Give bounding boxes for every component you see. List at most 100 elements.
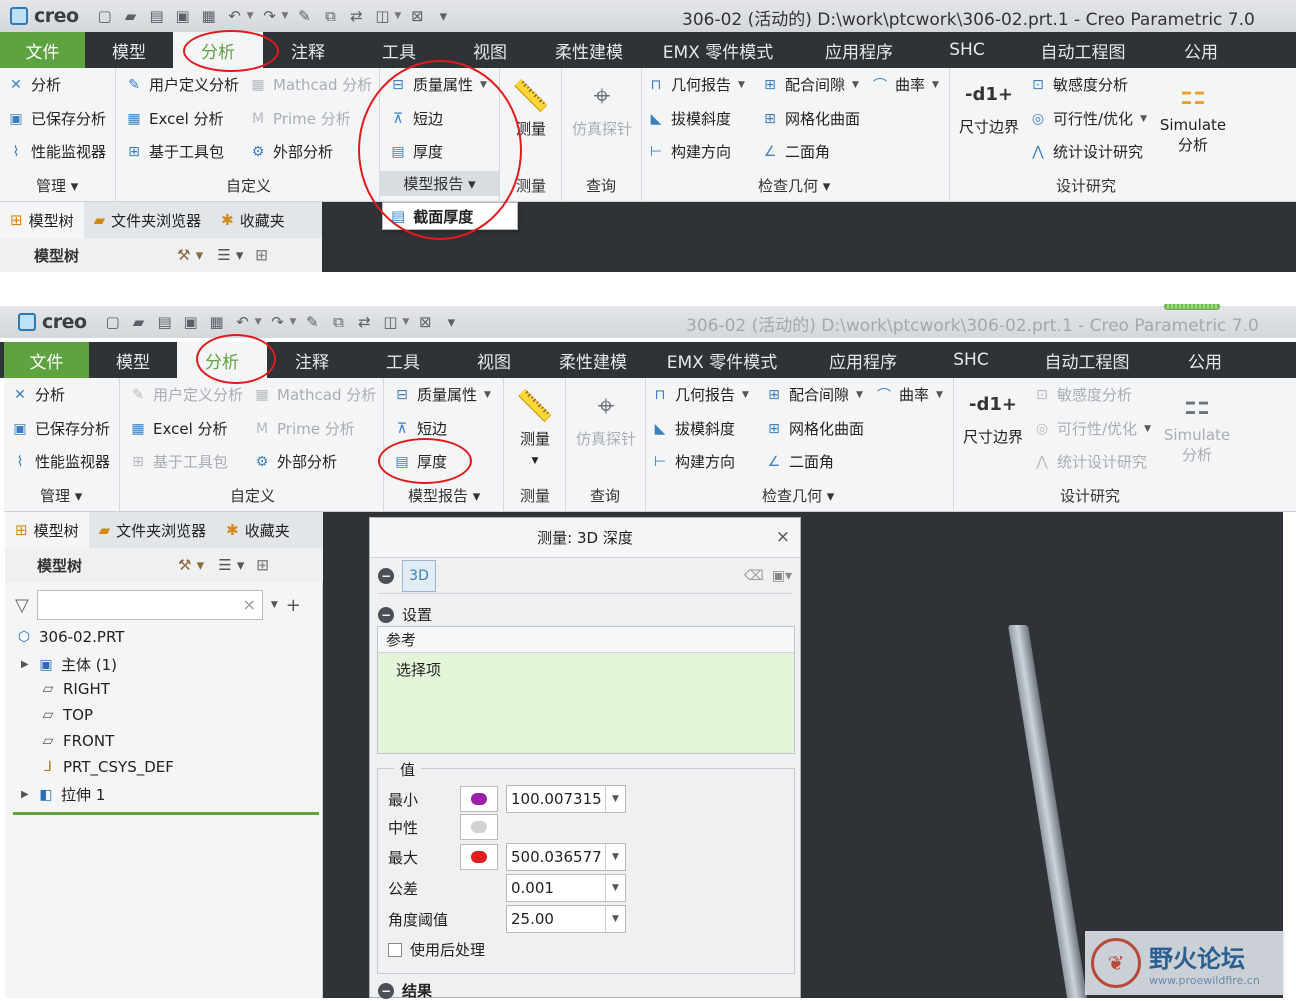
tab-folder-browser[interactable]: ▰ 文件夹浏览器 bbox=[89, 512, 217, 548]
statistical-study-button[interactable]: ⋀ 统计设计研究 bbox=[1032, 451, 1147, 472]
thickness-button[interactable]: ▤ 厚度 bbox=[388, 141, 443, 162]
tree-item-top[interactable]: ▱ TOP bbox=[39, 706, 93, 724]
tab-file[interactable]: 文件 bbox=[4, 342, 89, 378]
group-label-inspect[interactable]: 检查几何 ▾ bbox=[762, 485, 834, 506]
tab-model-tree[interactable]: ⊞ 模型树 bbox=[5, 512, 89, 548]
min-value-combo[interactable]: 100.007315 ▼ bbox=[506, 785, 626, 813]
feasibility-button[interactable]: ◎ 可行性/优化 ▼ bbox=[1028, 108, 1147, 129]
geometry-report-button[interactable]: ⊓ 几何报告 ▼ bbox=[650, 384, 749, 405]
draft-button[interactable]: ◣ 拔模斜度 bbox=[646, 108, 731, 129]
build-direction-button[interactable]: ⊢ 构建方向 bbox=[650, 451, 735, 472]
dihedral-angle-button[interactable]: ∠ 二面角 bbox=[764, 451, 834, 472]
mesh-surface-button[interactable]: ⊞ 网格化曲面 bbox=[760, 108, 860, 129]
tab-model[interactable]: 模型 bbox=[89, 342, 177, 378]
short-edge-button[interactable]: ⊼ 短边 bbox=[388, 108, 443, 129]
simulate-analysis-button[interactable]: ⚏ Simulate 分析 bbox=[1156, 72, 1230, 155]
tree-item-csys[interactable]: ⅃ PRT_CSYS_DEF bbox=[39, 758, 174, 776]
customize-toolbar-icon[interactable]: ▾ bbox=[441, 312, 461, 332]
tab-analysis[interactable]: 分析 bbox=[173, 32, 263, 68]
user-defined-analysis-button[interactable]: ✎ 用户定义分析 bbox=[124, 74, 239, 95]
settings-section-header[interactable]: − 设置 bbox=[378, 604, 432, 625]
add-filter-icon[interactable]: + bbox=[286, 595, 301, 616]
save-as-icon[interactable]: ▦ bbox=[199, 6, 219, 26]
tree-settings-icon[interactable]: ⚒ ▾ bbox=[177, 246, 203, 264]
clearance-button[interactable]: ⊞ 配合间隙 ▼ bbox=[764, 384, 863, 405]
tab-favorites[interactable]: ✱ 收藏夹 bbox=[211, 202, 295, 238]
group-label-model-report[interactable]: 模型报告 ▾ bbox=[380, 171, 499, 196]
tab-folder-browser[interactable]: ▰ 文件夹浏览器 bbox=[84, 202, 212, 238]
tab-file[interactable]: 文件 bbox=[0, 32, 85, 68]
clear-icon[interactable]: × bbox=[242, 595, 255, 614]
tab-auto-drawing[interactable]: 自动工程图 bbox=[1013, 342, 1161, 378]
group-label-model-report[interactable]: 模型报告 ▾ bbox=[408, 485, 480, 506]
reference-box[interactable]: 参考 选择项 bbox=[377, 626, 795, 754]
regenerate-icon[interactable]: ✎ bbox=[302, 312, 322, 332]
save-icon[interactable]: ▣▾ bbox=[772, 568, 792, 584]
close-window-icon[interactable]: ⊠ bbox=[415, 312, 435, 332]
show-icon[interactable]: ☰ ▾ bbox=[218, 556, 244, 574]
display-icon[interactable]: ◫ bbox=[380, 312, 400, 332]
dihedral-angle-button[interactable]: ∠ 二面角 bbox=[760, 141, 830, 162]
filter-icon[interactable]: ▽ bbox=[15, 595, 29, 616]
regenerate-icon[interactable]: ✎ bbox=[294, 6, 314, 26]
postprocess-row[interactable]: 使用后处理 bbox=[388, 939, 485, 960]
tab-tools[interactable]: 工具 bbox=[357, 342, 449, 378]
user-defined-analysis-button[interactable]: ✎ 用户定义分析 bbox=[128, 384, 243, 405]
tolerance-combo[interactable]: 0.001 ▼ bbox=[506, 874, 626, 902]
mesh-surface-button[interactable]: ⊞ 网格化曲面 bbox=[764, 418, 864, 439]
sensitivity-analysis-button[interactable]: ⊡ 敏感度分析 bbox=[1032, 384, 1132, 405]
clearance-button[interactable]: ⊞ 配合间隙 ▼ bbox=[760, 74, 859, 95]
prime-analysis-button[interactable]: M Prime 分析 bbox=[252, 418, 355, 439]
tab-model[interactable]: 模型 bbox=[85, 32, 173, 68]
tree-item-part[interactable]: ⬡ 306-02.PRT bbox=[15, 628, 125, 646]
tab-flexible-modeling[interactable]: 柔性建模 bbox=[535, 32, 643, 68]
tab-annotate[interactable]: 注释 bbox=[267, 342, 357, 378]
tab-annotate[interactable]: 注释 bbox=[263, 32, 353, 68]
save-as-icon[interactable]: ▦ bbox=[207, 312, 227, 332]
tab-model-tree[interactable]: ⊞ 模型树 bbox=[0, 202, 84, 238]
external-analysis-button[interactable]: ⚙ 外部分析 bbox=[248, 141, 333, 162]
mass-properties-button[interactable]: ⊟ 质量属性 ▼ bbox=[388, 74, 487, 95]
reference-selection[interactable]: 选择项 bbox=[378, 653, 794, 686]
measure-button[interactable]: 📏 测量 bbox=[510, 74, 552, 139]
tab-flexible-modeling[interactable]: 柔性建模 bbox=[539, 342, 647, 378]
tree-search-input[interactable]: × bbox=[36, 590, 263, 620]
tab-applications[interactable]: 应用程序 bbox=[797, 342, 929, 378]
dimension-boundary-button[interactable]: -d1+ 尺寸边界 bbox=[958, 382, 1028, 447]
min-color-swatch[interactable] bbox=[460, 786, 498, 812]
measure-button[interactable]: 📏 测量 ▼ bbox=[514, 384, 556, 467]
tab-emx[interactable]: EMX 零件模式 bbox=[647, 342, 797, 378]
analysis-button[interactable]: ✕ 分析 bbox=[6, 74, 61, 95]
saved-analysis-button[interactable]: ▣ 已保存分析 bbox=[6, 108, 106, 129]
redo-icon[interactable]: ↷ bbox=[260, 6, 280, 26]
tree-filter-icon[interactable]: ⊞ bbox=[256, 556, 269, 574]
statistical-study-button[interactable]: ⋀ 统计设计研究 bbox=[1028, 141, 1143, 162]
switch-window-icon[interactable]: ⇄ bbox=[346, 6, 366, 26]
tree-settings-icon[interactable]: ⚒ ▾ bbox=[178, 556, 204, 574]
prime-analysis-button[interactable]: M Prime 分析 bbox=[248, 108, 351, 129]
build-direction-button[interactable]: ⊢ 构建方向 bbox=[646, 141, 731, 162]
performance-monitor-button[interactable]: ⌇ 性能监视器 bbox=[6, 141, 106, 162]
save-icon[interactable]: ▣ bbox=[181, 312, 201, 332]
neutral-color-swatch[interactable] bbox=[460, 814, 498, 840]
toolkit-based-button[interactable]: ⊞ 基于工具包 bbox=[124, 141, 224, 162]
tab-view[interactable]: 视图 bbox=[449, 342, 539, 378]
tab-applications[interactable]: 应用程序 bbox=[793, 32, 925, 68]
undo-icon[interactable]: ↶ bbox=[225, 6, 245, 26]
eraser-icon[interactable]: ⌫ bbox=[744, 568, 764, 584]
max-color-swatch[interactable] bbox=[460, 844, 498, 870]
menu-item-section-thickness[interactable]: 截面厚度 bbox=[413, 206, 473, 227]
tree-filter-icon[interactable]: ⊞ bbox=[255, 246, 268, 264]
thickness-button[interactable]: ▤ 厚度 bbox=[392, 451, 447, 472]
windows-icon[interactable]: ⧉ bbox=[328, 312, 348, 332]
tab-shc[interactable]: SHC bbox=[925, 32, 1009, 68]
group-label-manage[interactable]: 管理 ▾ bbox=[36, 175, 78, 196]
group-label-inspect[interactable]: 检查几何 ▾ bbox=[758, 175, 830, 196]
short-edge-button[interactable]: ⊼ 短边 bbox=[392, 418, 447, 439]
draft-button[interactable]: ◣ 拔模斜度 bbox=[650, 418, 735, 439]
excel-analysis-button[interactable]: ▦ Excel 分析 bbox=[124, 108, 223, 129]
save-icon[interactable]: ▣ bbox=[173, 6, 193, 26]
performance-monitor-button[interactable]: ⌇ 性能监视器 bbox=[10, 451, 110, 472]
close-window-icon[interactable]: ⊠ bbox=[407, 6, 427, 26]
angle-threshold-combo[interactable]: 25.00 ▼ bbox=[506, 905, 626, 933]
